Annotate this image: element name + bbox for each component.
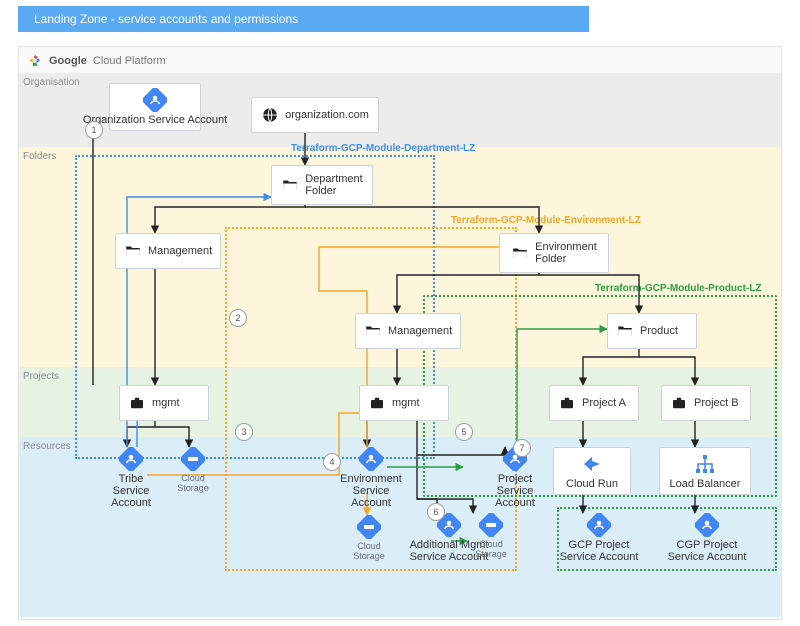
node-load-balancer: Load Balancer	[659, 447, 751, 495]
node-label: Management	[148, 245, 212, 257]
band-label-projects: Projects	[23, 371, 59, 382]
node-label: mgmt	[152, 397, 180, 409]
load-balancer-icon	[693, 452, 717, 476]
node-label: Tribe Service Account	[99, 473, 163, 509]
cloud-storage-icon	[357, 515, 381, 539]
project-icon	[558, 394, 576, 412]
node-management-left: Management	[115, 233, 221, 269]
node-label: Cloud Storage	[353, 541, 385, 561]
cloud-run-icon	[580, 452, 604, 476]
node-tribe-sa: Tribe Service Account	[99, 447, 163, 509]
step-6: 6	[427, 503, 445, 521]
project-icon	[670, 394, 688, 412]
node-project-a: Project A	[549, 385, 639, 421]
gcp-product: Cloud Platform	[93, 55, 166, 67]
node-department-folder: Department Folder	[271, 165, 373, 205]
node-cloud-storage-mid: Cloud Storage	[345, 515, 393, 561]
service-account-icon	[143, 88, 167, 112]
step-7: 7	[513, 439, 531, 457]
node-label: Department Folder	[305, 173, 362, 197]
node-cloud-storage-right: Cloud Storage	[467, 513, 515, 559]
node-product-folder: Product	[607, 313, 697, 349]
node-label: Load Balancer	[670, 478, 741, 490]
step-5: 5	[455, 423, 473, 441]
gcp-header: Google Cloud Platform	[27, 53, 166, 69]
node-label: Product	[640, 325, 678, 337]
folder-icon	[364, 322, 382, 340]
folder-icon	[124, 242, 142, 260]
node-management-right: Management	[355, 313, 461, 349]
node-mgmt-left: mgmt	[119, 385, 209, 421]
band-label-resources: Resources	[23, 441, 71, 452]
node-label: Cloud Run	[566, 478, 618, 490]
node-label: Environment Folder	[535, 241, 597, 265]
node-organization: organization.com	[251, 97, 379, 133]
node-label: Project A	[582, 397, 626, 409]
folder-icon	[511, 244, 529, 262]
node-label: organization.com	[285, 109, 369, 121]
gcp-logo-icon	[27, 53, 43, 69]
gcp-brand: Google	[49, 55, 87, 67]
node-gcp-project-sa: GCP Project Service Account	[559, 513, 639, 563]
node-label: GCP Project Service Account	[560, 539, 639, 563]
node-cgp-project-sa: CGP Project Service Account	[667, 513, 747, 563]
service-account-icon	[359, 447, 383, 471]
node-cloud-run: Cloud Run	[553, 447, 631, 495]
node-label: Project B	[694, 397, 739, 409]
node-label: CGP Project Service Account	[668, 539, 747, 563]
module-label-environment: Terraform-GCP-Module-Environment-LZ	[451, 215, 641, 226]
node-env-sa: Environment Service Account	[335, 447, 407, 509]
node-label: Environment Service Account	[335, 473, 407, 509]
title-bar: Landing Zone - service accounts and perm…	[18, 6, 589, 32]
node-mgmt-right: mgmt	[359, 385, 449, 421]
service-account-icon	[587, 513, 611, 537]
node-label: Project Service Account	[479, 473, 551, 509]
node-project-b: Project B	[661, 385, 751, 421]
node-label: mgmt	[392, 397, 420, 409]
globe-icon	[261, 106, 279, 124]
module-label-product: Terraform-GCP-Module-Product-LZ	[595, 283, 761, 294]
band-label-folders: Folders	[23, 151, 56, 162]
title-text: Landing Zone - service accounts and perm…	[34, 12, 298, 26]
band-label-organisation: Organisation	[23, 77, 80, 88]
node-project-sa: Project Service Account	[479, 447, 551, 509]
cloud-storage-icon	[181, 447, 205, 471]
service-account-icon	[119, 447, 143, 471]
module-label-department: Terraform-GCP-Module-Department-LZ	[291, 143, 475, 154]
step-4: 4	[323, 453, 341, 471]
node-cloud-storage-left: Cloud Storage	[169, 447, 217, 493]
step-1: 1	[85, 121, 103, 139]
node-environment-folder: Environment Folder	[499, 233, 609, 273]
step-2: 2	[229, 309, 247, 327]
node-organization-service-account: Organization Service Account	[109, 83, 201, 131]
step-3: 3	[235, 423, 253, 441]
node-label: Cloud Storage	[177, 473, 209, 493]
folder-icon	[281, 176, 299, 194]
service-account-icon	[695, 513, 719, 537]
cloud-storage-icon	[479, 513, 503, 537]
project-icon	[368, 394, 386, 412]
node-label: Organization Service Account	[83, 114, 227, 126]
node-label: Cloud Storage	[475, 539, 507, 559]
project-icon	[128, 394, 146, 412]
diagram-panel: Google Cloud Platform Organisation Folde…	[18, 46, 782, 620]
node-label: Management	[388, 325, 452, 337]
folder-icon	[616, 322, 634, 340]
